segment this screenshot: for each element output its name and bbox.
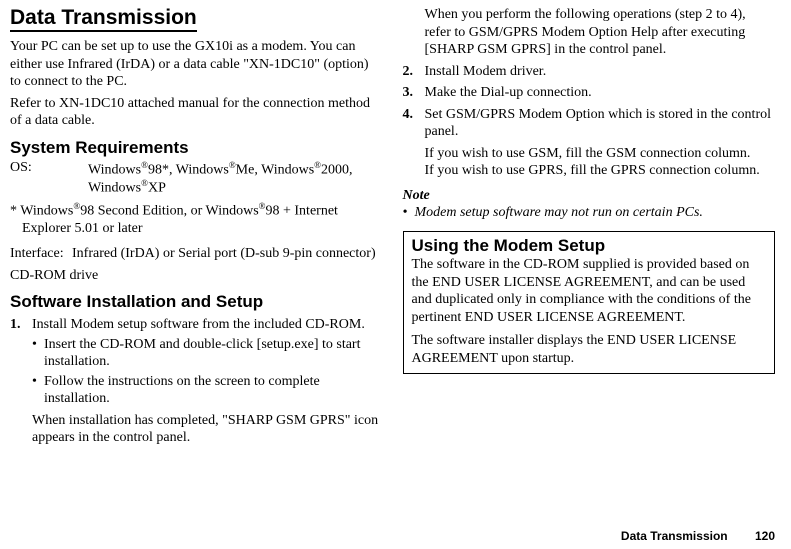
os-requirement-row: OS: Windows®98*, Windows®Me, Windows®200… xyxy=(10,160,383,197)
os-text-5: XP xyxy=(148,181,166,196)
note-heading: Note xyxy=(403,188,776,204)
fn-text-2: 98 Second Edition, or Windows xyxy=(80,203,258,218)
step-number: 4. xyxy=(403,106,425,180)
bullet-text: Insert the CD-ROM and double-click [setu… xyxy=(44,336,383,371)
note-text: Modem setup software may not run on cert… xyxy=(415,204,776,222)
os-text-2: 98*, Windows xyxy=(148,162,229,177)
note-body: • Modem setup software may not run on ce… xyxy=(403,204,776,222)
step-text: Install Modem setup software from the in… xyxy=(32,316,383,334)
step-3: 3. Make the Dial-up connection. xyxy=(403,84,776,102)
install-steps-left: 1. Install Modem setup software from the… xyxy=(10,316,383,447)
registered-icon: ® xyxy=(229,160,236,170)
os-label: OS: xyxy=(10,160,88,197)
step-2: 2. Install Modem driver. xyxy=(403,63,776,81)
step-follow-text: When installation has completed, "SHARP … xyxy=(32,412,383,447)
intro-paragraph-2: Refer to XN-1DC10 attached manual for th… xyxy=(10,95,383,130)
box-paragraph-2: The software installer displays the END … xyxy=(412,332,767,367)
left-column: Data Transmission Your PC can be set up … xyxy=(10,6,383,447)
interface-requirement-row: Interface: Infrared (IrDA) or Serial por… xyxy=(10,245,383,263)
step-follow-text-2: If you wish to use GPRS, fill the GPRS c… xyxy=(425,162,776,180)
step-number: 3. xyxy=(403,84,425,102)
bullet-item: •Insert the CD-ROM and double-click [set… xyxy=(32,336,383,371)
page-footer: Data Transmission 120 xyxy=(621,529,775,543)
intro-paragraph-1: Your PC can be set up to use the GX10i a… xyxy=(10,38,383,91)
box-paragraph-1: The software in the CD-ROM supplied is p… xyxy=(412,256,767,326)
bullet-text: Follow the instructions on the screen to… xyxy=(44,373,383,408)
bullet-item: •Follow the instructions on the screen t… xyxy=(32,373,383,408)
os-text-3: Me, Windows xyxy=(236,162,315,177)
bullet-icon: • xyxy=(32,336,44,371)
fn-text-1: * Windows xyxy=(10,203,73,218)
step-text: Set GSM/GPRS Modem Option which is store… xyxy=(425,106,776,141)
registered-icon: ® xyxy=(259,201,266,211)
registered-icon: ® xyxy=(141,160,148,170)
registered-icon: ® xyxy=(141,178,148,188)
box-title: Using the Modem Setup xyxy=(412,236,767,256)
os-text-1: Windows xyxy=(88,162,141,177)
registered-icon: ® xyxy=(314,160,321,170)
step-1-bullets: •Insert the CD-ROM and double-click [set… xyxy=(32,336,383,408)
step-number: 2. xyxy=(403,63,425,81)
interface-value: Infrared (IrDA) or Serial port (D-sub 9-… xyxy=(72,245,383,263)
system-requirements-heading: System Requirements xyxy=(10,138,383,158)
software-install-heading: Software Installation and Setup xyxy=(10,292,383,312)
modem-setup-box: Using the Modem Setup The software in th… xyxy=(403,231,776,374)
cdrom-requirement: CD-ROM drive xyxy=(10,267,383,285)
os-value: Windows®98*, Windows®Me, Windows®2000, W… xyxy=(88,160,383,197)
step-text: Make the Dial-up connection. xyxy=(425,84,776,102)
step-text: Install Modem driver. xyxy=(425,63,776,81)
right-column: When you perform the following operation… xyxy=(403,6,776,447)
bullet-icon: • xyxy=(32,373,44,408)
page-title: Data Transmission xyxy=(10,6,197,32)
bullet-icon: • xyxy=(403,204,415,222)
step-4: 4. Set GSM/GPRS Modem Option which is st… xyxy=(403,106,776,180)
footer-label: Data Transmission xyxy=(621,529,728,543)
continuation-text: When you perform the following operation… xyxy=(403,6,776,59)
interface-label: Interface: xyxy=(10,245,72,263)
step-number: 1. xyxy=(10,316,32,447)
install-steps-right: 2. Install Modem driver. 3. Make the Dia… xyxy=(403,63,776,180)
os-footnote: * Windows®98 Second Edition, or Windows®… xyxy=(10,201,383,238)
step-follow-text-1: If you wish to use GSM, fill the GSM con… xyxy=(425,145,776,163)
step-1: 1. Install Modem setup software from the… xyxy=(10,316,383,447)
page-number: 120 xyxy=(755,529,775,543)
